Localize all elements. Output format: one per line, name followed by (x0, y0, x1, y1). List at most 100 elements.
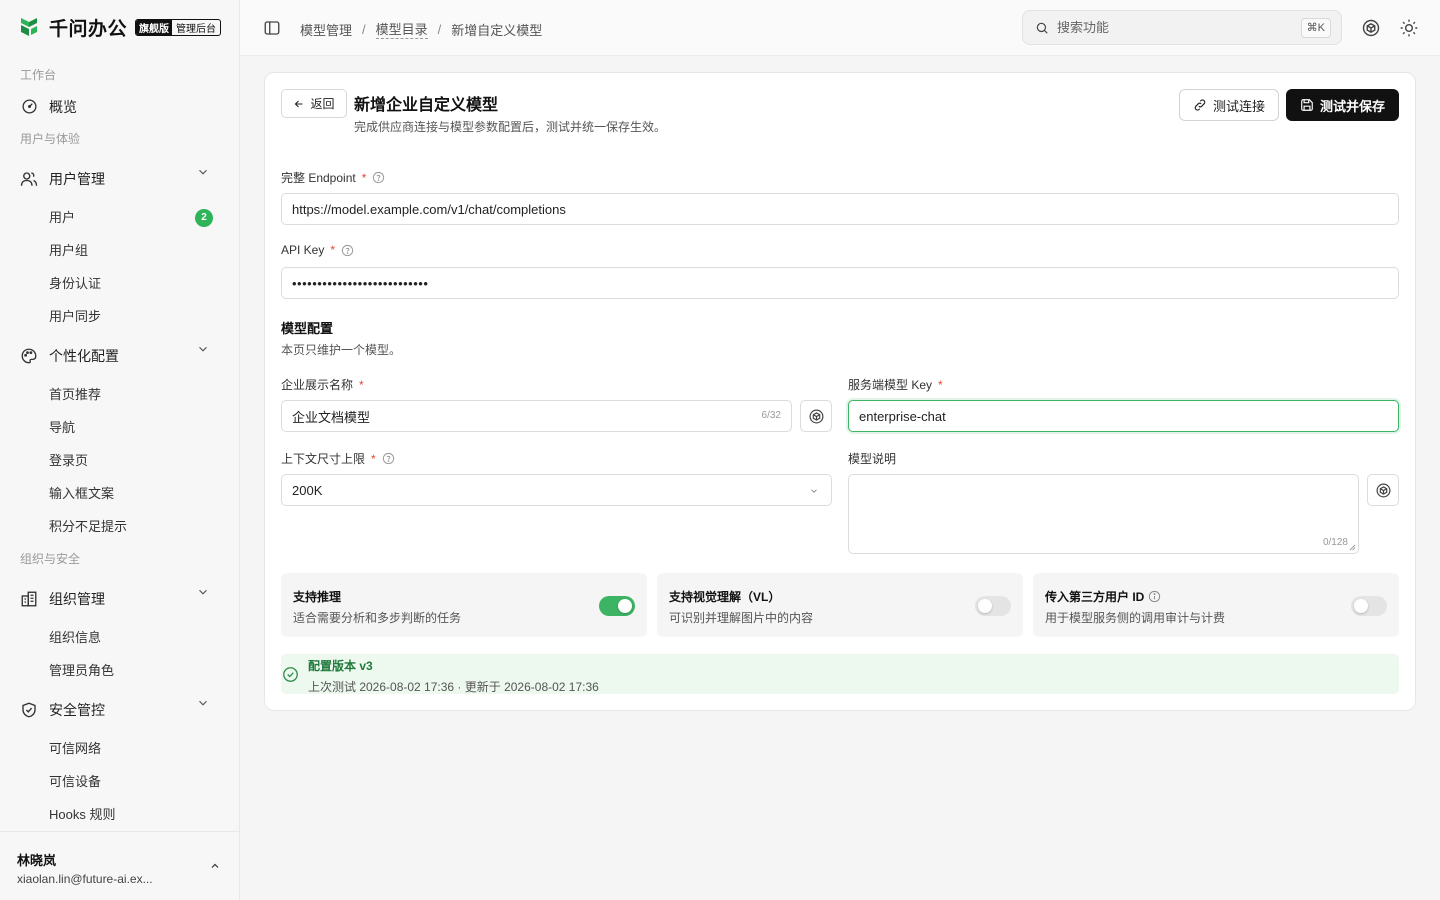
sidebar-item-user-management[interactable]: 用户管理 (0, 156, 240, 201)
help-icon[interactable] (382, 452, 395, 465)
brand-logo-icon (21, 18, 37, 36)
feature-title: 传入第三方用户 ID (1045, 588, 1161, 605)
feature-third-party-user-id: 传入第三方用户 ID 用于模型服务侧的调用审计与计费 (1033, 573, 1399, 637)
sidebar-item-login-page[interactable]: 登录页 (0, 444, 240, 477)
breadcrumb-separator: / (437, 21, 442, 37)
required-mark: * (361, 170, 367, 185)
sidebar-item-home-recommend[interactable]: 首页推荐 (0, 378, 240, 411)
breadcrumb-model-management[interactable]: 模型管理 (300, 20, 352, 39)
sidebar-item-insufficient-credits[interactable]: 积分不足提示 (0, 510, 240, 543)
sidebar-toggle-icon[interactable] (263, 19, 281, 37)
user-profile[interactable]: 林晓岚 xiaolan.lin@future-ai.ex... (0, 831, 239, 900)
display-name-field[interactable]: 6/32 (281, 400, 792, 432)
sun-icon[interactable] (1399, 18, 1419, 38)
sidebar-item-hooks-rules[interactable]: Hooks 规则 (0, 798, 240, 831)
chevron-down-icon (199, 589, 207, 595)
test-connection-button[interactable]: 测试连接 (1179, 89, 1279, 121)
cube-icon (809, 409, 823, 423)
sidebar-item-label: 概览 (49, 98, 77, 115)
cube-icon (1376, 483, 1390, 497)
sidebar-item-users[interactable]: 用户 2 (0, 201, 240, 234)
help-icon[interactable] (341, 244, 354, 257)
server-key-input[interactable] (859, 408, 1398, 424)
section-org-security: 组织与安全 (20, 552, 81, 566)
context-limit-select[interactable]: 200K (281, 474, 832, 506)
sidebar-item-label: 组织管理 (49, 590, 105, 607)
feature-title: 支持推理 (293, 590, 342, 604)
back-button[interactable]: 返回 (281, 89, 347, 118)
description-label-text: 模型说明 (848, 452, 897, 466)
search-box[interactable]: ⌘K (1022, 10, 1342, 45)
page-subtitle: 完成供应商连接与模型参数配置后，测试并统一保存生效。 (354, 120, 667, 134)
sidebar-item-security[interactable]: 安全管控 (0, 687, 240, 732)
feature-reasoning: 支持推理 适合需要分析和多步判断的任务 (281, 573, 647, 637)
vision-toggle[interactable] (975, 596, 1011, 616)
test-and-save-label: 测试并保存 (1319, 98, 1385, 114)
brand-name: 千问办公 (49, 18, 128, 40)
brand[interactable]: 千问办公 旗舰版 管理后台 (17, 13, 222, 41)
arrow-left-icon (295, 100, 303, 107)
sidebar-item-org-management[interactable]: 组织管理 (0, 576, 240, 621)
sidebar-item-overview[interactable]: 概览 (0, 90, 240, 123)
sidebar: 千问办公 旗舰版 管理后台 工作台 概览 用户与体验 用户管理 用户 2 用户组… (0, 0, 240, 900)
server-key-label: 服务端模型 Key * (848, 376, 943, 393)
sidebar-item-navigation[interactable]: 导航 (0, 411, 240, 444)
description-label: 模型说明 (848, 450, 896, 467)
shortcut-hint: ⌘K (1300, 18, 1331, 38)
display-name-translate-button[interactable] (800, 400, 832, 432)
display-name-input[interactable] (292, 408, 791, 424)
sidebar-item-user-sync[interactable]: 用户同步 (0, 300, 240, 333)
display-name-label-text: 企业展示名称 (281, 378, 354, 392)
feature-vision: 支持视觉理解（VL） 可识别并理解图片中的内容 (657, 573, 1023, 637)
breadcrumb-separator: / (362, 21, 366, 37)
char-count: 6/32 (761, 410, 781, 421)
search-input[interactable] (1057, 20, 1287, 35)
context-limit-label: 上下文尺寸上限 * (281, 450, 395, 467)
help-icon[interactable] (372, 171, 385, 184)
char-count: 0/128 (1322, 537, 1348, 548)
third-party-id-toggle[interactable] (1351, 596, 1387, 616)
chevron-down-icon (811, 489, 817, 493)
user-name: 林晓岚 (17, 853, 57, 868)
sidebar-item-label: 安全管控 (49, 701, 105, 718)
test-connection-label: 测试连接 (1212, 98, 1265, 114)
sidebar-item-input-copy[interactable]: 输入框文案 (0, 477, 240, 510)
sidebar-item-authentication[interactable]: 身份认证 (0, 267, 240, 300)
search-icon (1036, 22, 1048, 34)
sidebar-item-user-groups[interactable]: 用户组 (0, 234, 240, 267)
config-version: 配置版本 v3 (308, 659, 373, 673)
endpoint-field[interactable] (281, 193, 1399, 225)
edition-badge: 旗舰版 管理后台 (135, 18, 222, 36)
display-name-label: 企业展示名称 * (281, 376, 364, 393)
feature-description: 用于模型服务侧的调用审计与计费 (1045, 611, 1226, 625)
cube-icon[interactable] (1361, 18, 1381, 38)
model-form-card: 返回 新增企业自定义模型 完成供应商连接与模型参数配置后，测试并统一保存生效。 … (264, 72, 1416, 711)
sidebar-nav: 工作台 概览 用户与体验 用户管理 用户 2 用户组 身份认证 用户同步 个性化… (0, 60, 240, 831)
info-icon[interactable] (1148, 590, 1161, 603)
chevron-down-icon (199, 169, 207, 175)
context-limit-label-text: 上下文尺寸上限 (281, 452, 366, 466)
sidebar-item-admin-roles[interactable]: 管理员角色 (0, 654, 240, 687)
sidebar-item-trusted-network[interactable]: 可信网络 (0, 732, 240, 765)
reasoning-toggle[interactable] (599, 596, 635, 616)
breadcrumb-model-catalog[interactable]: 模型目录 (375, 19, 428, 39)
test-and-save-button[interactable]: 测试并保存 (1286, 89, 1399, 121)
back-label: 返回 (310, 97, 335, 111)
sidebar-item-label: 个性化配置 (49, 347, 119, 364)
endpoint-input[interactable] (292, 201, 1398, 217)
topbar: 模型管理 / 模型目录 / 新增自定义模型 ⌘K (240, 0, 1440, 56)
description-textarea[interactable]: 0/128 (848, 474, 1359, 554)
description-translate-button[interactable] (1367, 474, 1399, 506)
check-circle-icon (283, 667, 298, 682)
sidebar-item-trusted-devices[interactable]: 可信设备 (0, 765, 240, 798)
server-key-field[interactable] (848, 400, 1399, 432)
building-icon (20, 590, 38, 608)
config-timestamps: 上次测试 2026-08-02 17:36 · 更新于 2026-08-02 1… (308, 680, 599, 694)
apikey-input[interactable] (292, 275, 1398, 291)
apikey-label-text: API Key (281, 243, 325, 257)
apikey-field[interactable] (281, 267, 1399, 299)
chevron-down-icon (199, 700, 207, 706)
sidebar-item-org-info[interactable]: 组织信息 (0, 621, 240, 654)
resize-handle-icon[interactable] (1349, 544, 1356, 551)
sidebar-item-personalization[interactable]: 个性化配置 (0, 333, 240, 378)
